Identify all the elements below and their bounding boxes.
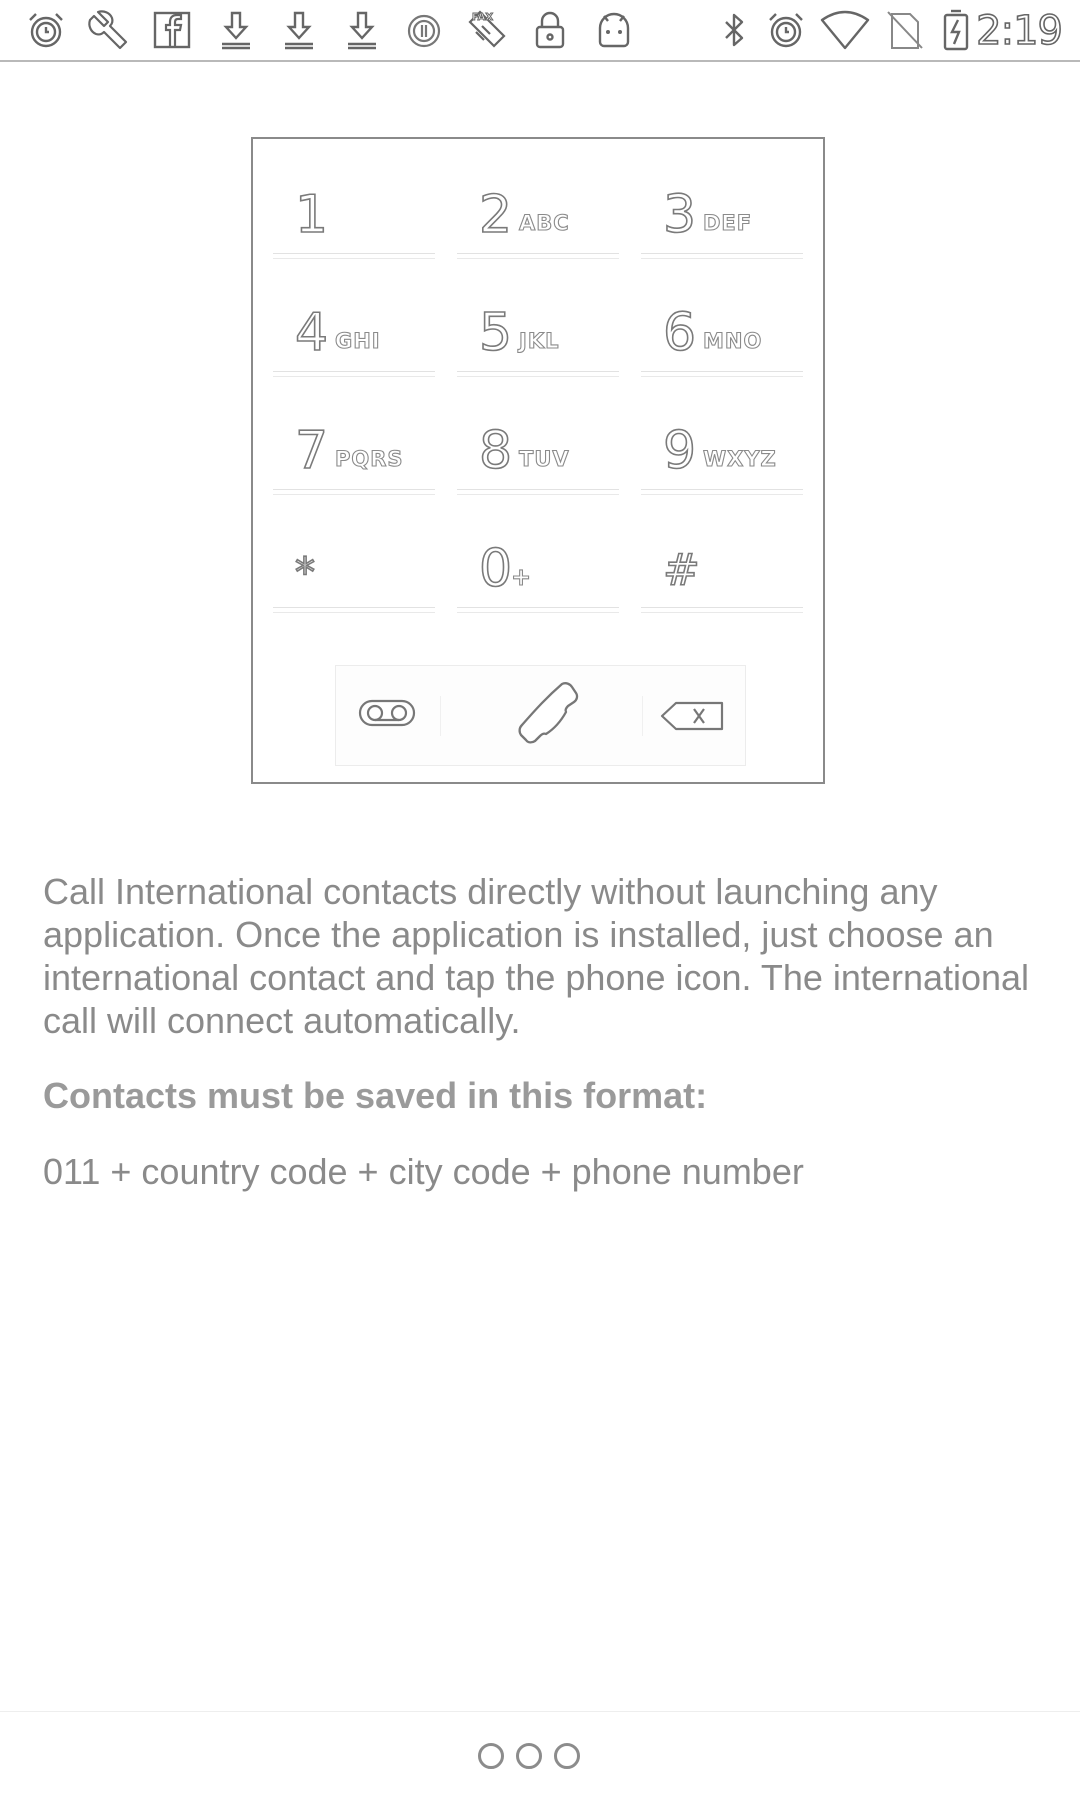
android-icon xyxy=(592,8,636,52)
fax-icon: FAX xyxy=(464,8,508,52)
battery-charging-icon xyxy=(934,8,978,52)
key-letters: DEF xyxy=(702,210,753,235)
no-sim-icon xyxy=(882,8,926,52)
dialpad-key-1: 1 xyxy=(273,159,435,259)
wifi-icon xyxy=(820,8,870,52)
dialpad-key-0: 0 + xyxy=(457,513,619,613)
key-digit: * xyxy=(294,549,316,597)
key-digit: 9 xyxy=(662,421,697,481)
dialpad-key-9: 9 WXYZ xyxy=(641,395,803,495)
footer xyxy=(0,1711,1080,1794)
key-letters: JKL xyxy=(518,328,560,353)
dialpad-key-6: 6 MNO xyxy=(641,277,803,377)
description-text: Call International contacts directly wit… xyxy=(43,871,1030,1041)
backspace-icon xyxy=(646,666,746,765)
phone-icon xyxy=(444,666,639,765)
key-digit: 6 xyxy=(662,303,697,363)
key-digit: # xyxy=(662,544,700,597)
key-letters: + xyxy=(510,563,533,591)
key-letters: MNO xyxy=(702,328,763,353)
dialpad-key-4: 4 GHI xyxy=(273,277,435,377)
dialpad-key-star: * xyxy=(273,513,435,613)
key-digit: 0 xyxy=(478,539,513,599)
key-digit: 5 xyxy=(478,303,513,363)
dialpad-key-3: 3 DEF xyxy=(641,159,803,259)
format-heading: Contacts must be saved in this format: xyxy=(43,1075,708,1116)
wrench-icon xyxy=(86,8,130,52)
download-icon xyxy=(340,8,384,52)
facebook-icon xyxy=(150,8,194,52)
alarm-clock-icon xyxy=(764,8,808,52)
dialpad-key-5: 5 JKL xyxy=(457,277,619,377)
lock-icon xyxy=(528,8,572,52)
clock-time: 2:19 xyxy=(975,7,1063,55)
dialpad-key-2: 2 ABC xyxy=(457,159,619,259)
key-letters: GHI xyxy=(334,328,381,353)
dialpad-key-hash: # xyxy=(641,513,803,613)
dialpad-key-7: 7 PQRS xyxy=(273,395,435,495)
bluetooth-icon xyxy=(712,8,756,52)
key-digit: 4 xyxy=(294,303,329,363)
key-letters: ABC xyxy=(518,210,570,235)
key-letters: TUV xyxy=(518,446,570,471)
dialpad-key-8: 8 TUV xyxy=(457,395,619,495)
key-digit: 3 xyxy=(662,185,697,245)
page-dot-3[interactable] xyxy=(554,1743,580,1769)
page-dot-2[interactable] xyxy=(516,1743,542,1769)
dialpad-illustration: 1 2 ABC 3 DEF 4 GHI 5 JKL 6 MNO 7 PQRS 8… xyxy=(251,137,825,784)
svg-text:FAX: FAX xyxy=(472,12,493,23)
status-bar: FAX 2:19 xyxy=(0,0,1080,62)
key-letters: WXYZ xyxy=(702,446,777,471)
key-letters: PQRS xyxy=(334,446,404,471)
format-example: 011 + country code + city code + phone n… xyxy=(43,1151,804,1192)
download-icon xyxy=(214,8,258,52)
key-digit: 2 xyxy=(478,185,513,245)
alarm-clock-icon xyxy=(24,8,68,52)
key-digit: 8 xyxy=(478,421,513,481)
key-digit: 7 xyxy=(294,421,329,481)
page-dot-1[interactable] xyxy=(478,1743,504,1769)
key-digit: 1 xyxy=(294,185,329,245)
dialpad-action-bar xyxy=(335,665,746,766)
sync-icon xyxy=(402,8,446,52)
download-icon xyxy=(277,8,321,52)
voicemail-icon xyxy=(336,666,436,765)
